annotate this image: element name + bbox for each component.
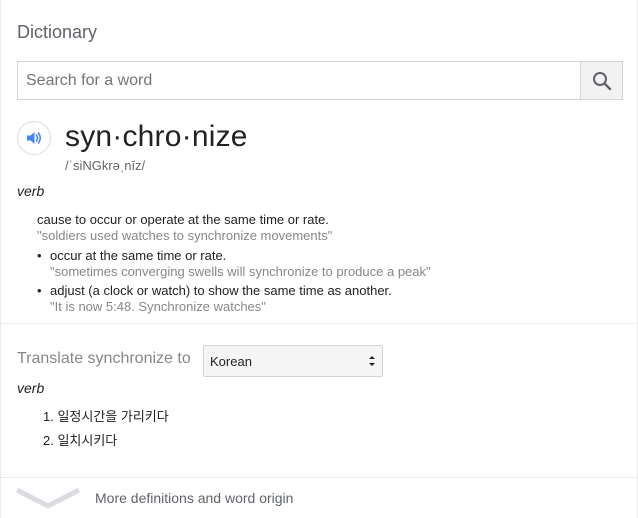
phonetic: /ˈsiNGkrəˌnīz/ [65, 158, 146, 173]
translation-item: 1. 일정시간을 가리키다 [43, 409, 169, 424]
search-button[interactable] [580, 62, 622, 99]
bullet: • [37, 248, 42, 263]
more-definitions-toggle[interactable]: More definitions and word origin [1, 478, 637, 518]
pronounce-button[interactable] [17, 121, 51, 155]
bullet: • [37, 283, 42, 298]
select-arrows-icon [369, 356, 375, 366]
search-input[interactable] [18, 62, 580, 99]
sub-definition-text: occur at the same time or rate. [50, 248, 227, 263]
language-select-value: Korean [210, 353, 252, 369]
speaker-icon [27, 132, 42, 144]
dictionary-card: Dictionary syn·chro·nize /ˈsiNGkrəˌnīz/ … [0, 0, 638, 518]
more-definitions-label: More definitions and word origin [95, 490, 294, 506]
translation-item: 2. 일치시키다 [43, 433, 118, 448]
translate-label: Translate synchronize to [17, 350, 191, 367]
language-select[interactable]: Korean [203, 345, 383, 377]
main-definition: cause to occur or operate at the same ti… [37, 212, 617, 244]
chevron-down-icon [15, 487, 81, 509]
search-box [17, 61, 623, 100]
sub-definition-example: "sometimes converging swells will synchr… [50, 264, 431, 279]
card-title: Dictionary [17, 22, 98, 42]
part-of-speech: verb [17, 183, 45, 199]
sub-definition: • adjust (a clock or watch) to show the … [37, 283, 617, 315]
divider [1, 323, 637, 324]
translation-part-of-speech: verb [17, 380, 45, 396]
headword: syn·chro·nize [65, 120, 248, 153]
sub-definition: • occur at the same time or rate. "somet… [37, 248, 617, 280]
search-icon [592, 71, 611, 90]
sub-definition-text: adjust (a clock or watch) to show the sa… [50, 283, 392, 298]
definition-example: "soldiers used watches to synchronize mo… [37, 228, 333, 243]
sub-definition-example: "It is now 5:48. Synchronize watches" [50, 299, 266, 314]
definition-text: cause to occur or operate at the same ti… [37, 212, 329, 227]
